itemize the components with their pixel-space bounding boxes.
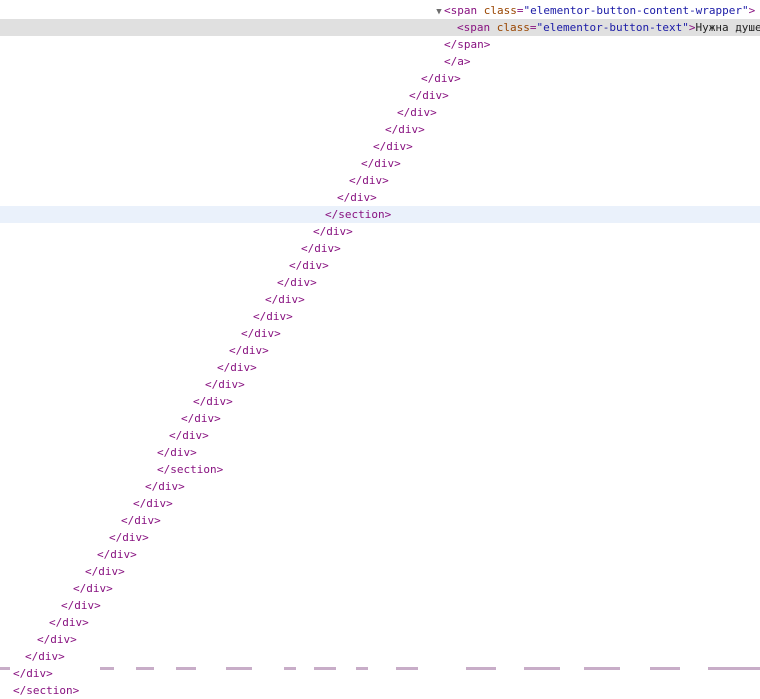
tree-node-closing-tag[interactable]: </div> [0, 121, 760, 138]
tree-node-closing-tag[interactable]: </div> [0, 444, 760, 461]
tree-node-closing-tag[interactable]: </div> [0, 478, 760, 495]
closing-tag: </div> [205, 378, 245, 391]
tree-node-closing-tag[interactable]: </div> [0, 495, 760, 512]
cut-off-row [0, 664, 760, 671]
closing-tag: </div> [157, 446, 197, 459]
tree-node-closing-tag[interactable]: </section> [0, 461, 760, 478]
tree-node-closing-tag[interactable]: </div> [0, 325, 760, 342]
closing-tag: </div> [277, 276, 317, 289]
closing-tag: </div> [361, 157, 401, 170]
tree-node-closing-tag[interactable]: </div> [0, 308, 760, 325]
closing-tag: </div> [289, 259, 329, 272]
tree-node-closing-tag[interactable]: </span> [0, 36, 760, 53]
closing-tag: </div> [145, 480, 185, 493]
closing-tag: </div> [265, 293, 305, 306]
tree-node-closing-tag[interactable]: </div> [0, 376, 760, 393]
tree-node-closing-tag[interactable]: </div> [0, 393, 760, 410]
tree-node-closing-tag[interactable]: </div> [0, 648, 760, 665]
tree-node-closing-tag[interactable]: </div> [0, 410, 760, 427]
closing-tag: </span> [444, 38, 491, 51]
attr-value: "elementor-button-text" [536, 21, 689, 34]
closing-tag: </a> [444, 55, 471, 68]
closing-tag: </div> [133, 497, 173, 510]
closing-tag: </div> [301, 242, 341, 255]
tree-node-closing-tag[interactable]: </div> [0, 631, 760, 648]
tree-node-closing-tag[interactable]: </div> [0, 87, 760, 104]
closing-tag: </div> [373, 140, 413, 153]
closing-tag: </div> [169, 429, 209, 442]
tree-node-closing-tag[interactable]: </div> [0, 529, 760, 546]
attr-value: "elementor-button-content-wrapper" [523, 4, 749, 17]
closing-tag: </div> [409, 89, 449, 102]
tree-node-closing-tag[interactable]: </a> [0, 53, 760, 70]
closing-tag: </div> [73, 582, 113, 595]
closing-tag: </section> [13, 684, 80, 697]
closing-tag: </div> [25, 650, 65, 663]
tree-node-closing-tag[interactable]: </div> [0, 223, 760, 240]
tree-node-span-content-wrapper[interactable]: ▼ <span class="elementor-button-content-w… [0, 2, 760, 19]
tree-node-closing-tag[interactable]: </div> [0, 172, 760, 189]
closing-tag: </div> [97, 548, 137, 561]
closing-tag: </div> [49, 616, 89, 629]
tree-node-closing-tag[interactable]: </section> [0, 206, 760, 223]
tag-open: <span [444, 4, 478, 17]
tree-node-closing-tag[interactable]: </div> [0, 427, 760, 444]
tree-node-closing-tag[interactable]: </div> [0, 597, 760, 614]
text-node: Нужна душе [695, 21, 760, 34]
tree-node-closing-tag[interactable]: </div> [0, 563, 760, 580]
tree-node-closing-tag[interactable]: </div> [0, 274, 760, 291]
closing-tag: </div> [229, 344, 269, 357]
tag-open: <span [457, 21, 491, 34]
closing-tag: </div> [61, 599, 101, 612]
closing-tag: </div> [37, 633, 77, 646]
attr-eq: = [529, 21, 537, 34]
closing-tag: </div> [85, 565, 125, 578]
tree-node-closing-tag[interactable]: </div> [0, 138, 760, 155]
tag-close: > [748, 4, 756, 17]
expand-triangle-icon[interactable]: ▼ [434, 4, 444, 19]
tree-node-closing-tag[interactable]: </div> [0, 512, 760, 529]
tree-node-span-button-text[interactable]: <span class="elementor-button-text">Нужн… [0, 19, 760, 36]
tree-node-closing-tag[interactable]: </section> [0, 682, 760, 699]
closing-tag: </div> [337, 191, 377, 204]
tree-node-closing-tag[interactable]: </div> [0, 70, 760, 87]
closing-tag: </div> [217, 361, 257, 374]
closing-tag: </section> [325, 208, 392, 221]
tree-node-closing-tag[interactable]: </div> [0, 580, 760, 597]
closing-tag: </div> [313, 225, 353, 238]
closing-tag: </section> [157, 463, 224, 476]
closing-tag: </div> [181, 412, 221, 425]
closing-tag: </div> [397, 106, 437, 119]
tree-node-closing-tag[interactable]: </div> [0, 240, 760, 257]
closing-tag: </div> [109, 531, 149, 544]
tree-node-closing-tag[interactable]: </div> [0, 257, 760, 274]
tree-node-closing-tag[interactable]: </div> [0, 359, 760, 376]
closing-tag: </div> [349, 174, 389, 187]
tree-node-closing-tag[interactable]: </div> [0, 189, 760, 206]
attr-name: class [496, 21, 530, 34]
attr-name: class [483, 4, 517, 17]
closing-tag: </div> [253, 310, 293, 323]
closing-tag: </div> [121, 514, 161, 527]
attr-eq: = [516, 4, 524, 17]
closing-tag: </div> [241, 327, 281, 340]
tree-node-closing-tag[interactable]: </div> [0, 342, 760, 359]
tree-node-closing-tag[interactable]: </div> [0, 155, 760, 172]
tree-node-closing-tag[interactable]: </div> [0, 104, 760, 121]
elements-tree[interactable]: ▼ <span class="elementor-button-content-w… [0, 0, 760, 697]
closing-tag: </div> [421, 72, 461, 85]
tree-node-closing-tag[interactable]: </div> [0, 546, 760, 563]
tree-node-closing-tag[interactable]: </div> [0, 614, 760, 631]
closing-tag: </div> [385, 123, 425, 136]
closing-tag: </div> [193, 395, 233, 408]
tree-node-closing-tag[interactable]: </div> [0, 291, 760, 308]
